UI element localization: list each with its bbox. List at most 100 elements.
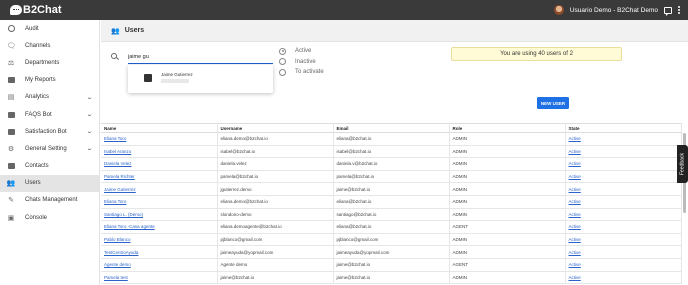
cell-state[interactable]: Active xyxy=(565,170,682,184)
feedback-tab[interactable]: Feedback xyxy=(677,145,688,183)
radio-inactive[interactable]: Inactive xyxy=(279,57,324,68)
users-icon: 👥 xyxy=(111,27,120,35)
cell-name[interactable]: Santiago L. (Demo) xyxy=(101,208,218,222)
cell-role: AGENT xyxy=(449,220,566,234)
sidebar-item-contacts[interactable]: Contacts xyxy=(0,158,99,175)
cell-name[interactable]: Eliana Toro xyxy=(101,195,218,209)
cell-username: eliana.demoagente@b2chat.io xyxy=(217,220,334,234)
column-header-email[interactable]: Email xyxy=(333,123,450,133)
search-input[interactable] xyxy=(128,50,273,64)
cell-email: pamela@b2chat.io xyxy=(333,170,450,184)
cell-state[interactable]: Active xyxy=(565,157,682,171)
cell-username: slondono-demo xyxy=(217,208,334,222)
cell-role: ADMIN xyxy=(449,157,566,171)
cell-name[interactable]: Pamela test xyxy=(101,271,218,285)
sidebar-item-chats-management[interactable]: ✎ Chats Management xyxy=(0,192,99,209)
chevron-down-icon[interactable]: ⌄ xyxy=(86,111,93,118)
cell-state[interactable]: Active xyxy=(565,145,682,159)
table-row[interactable]: Santiago L. (Demo) slondono-demo santiago@… xyxy=(101,208,682,222)
cell-name[interactable]: Pamela Richter xyxy=(101,170,218,184)
chevron-down-icon[interactable]: ⌄ xyxy=(86,94,93,101)
table-row[interactable]: Pamela Richter pamela@b2chat.io pamela@b2c… xyxy=(101,170,682,184)
table-row[interactable]: TestCentroAyuda jaimeayuda@yopmail.com jai… xyxy=(101,245,682,259)
cell-state[interactable]: Active xyxy=(565,245,682,259)
column-header-state[interactable]: State xyxy=(565,123,682,133)
cell-username: pamela@b2chat.io xyxy=(217,170,334,184)
cell-username: pjblanco@gmail.com xyxy=(217,233,334,247)
users-table: Name Username Email Role State Eliana Toro el… xyxy=(101,123,682,285)
b2chat-logo[interactable]: B2Chat xyxy=(10,4,62,16)
cell-role: AGENT xyxy=(449,258,566,272)
sidebar-item-audit[interactable]: Audit xyxy=(0,20,99,37)
more-vert-icon[interactable] xyxy=(678,6,680,14)
cell-role: ADMIN xyxy=(449,182,566,196)
table-row[interactable]: Eliana Toro eliana.demo@b2chat.io eliana@b… xyxy=(101,132,682,146)
table-row[interactable]: Pablo Blanco pjblanco@gmail.com pjblanco@g… xyxy=(101,233,682,247)
table-row[interactable]: Jaime Gutierrez jgutierrez.demo jaime@b2ch… xyxy=(101,182,682,196)
chat-icon[interactable] xyxy=(664,6,672,16)
sidebar-item-analytics[interactable]: ▤ Analytics ⌄ xyxy=(0,89,99,106)
cell-state[interactable]: Active xyxy=(565,208,682,222)
page-header: 👥 Users xyxy=(101,20,688,42)
sidebar-item-label: Console xyxy=(25,214,48,221)
cell-name[interactable]: Eliana Toro xyxy=(101,132,218,146)
sidebar-item-channels[interactable]: 🗨 Channels xyxy=(0,37,99,54)
table-row[interactable]: Agente demo Agente demo jaime@b2chat.io AGE… xyxy=(101,258,682,272)
report-icon xyxy=(7,76,15,84)
sidebar-item-departments[interactable]: ⚖ Departments xyxy=(0,54,99,71)
cell-email: eliana@b2chat.io xyxy=(333,132,450,146)
console-icon: ▣ xyxy=(7,214,15,222)
satisfaction-bot-icon xyxy=(7,128,15,136)
cell-state[interactable]: Active xyxy=(565,271,682,285)
cell-role: ADMIN xyxy=(449,271,566,285)
cell-name[interactable]: Isabel Aranzo xyxy=(101,145,218,159)
cell-state[interactable]: Active xyxy=(565,233,682,247)
sidebar-item-satisfaction-bot[interactable]: Satisfaction Bot ⌄ xyxy=(0,123,99,140)
cell-name[interactable]: Jaime Gutierrez xyxy=(101,182,218,196)
cell-state[interactable]: Active xyxy=(565,182,682,196)
cell-state[interactable]: Active xyxy=(565,195,682,209)
sidebar-item-label: Satisfaction Bot xyxy=(25,128,67,135)
table-row[interactable]: Eliana Toro -Casa agente eliana.demoagent… xyxy=(101,220,682,234)
cell-state[interactable]: Active xyxy=(565,258,682,272)
radio-button[interactable] xyxy=(279,58,286,66)
chevron-down-icon[interactable]: ⌄ xyxy=(86,145,93,152)
table-row[interactable]: Daniela Velez daniela.velez daniela.v@b2ch… xyxy=(101,157,682,171)
cell-name[interactable]: Daniela Velez xyxy=(101,157,218,171)
table-row[interactable]: Eliana Toro eliana.demo@b2chat.io eliana@b… xyxy=(101,195,682,209)
cell-name[interactable]: Agente demo xyxy=(101,258,218,272)
cell-role: ADMIN xyxy=(449,132,566,146)
suggestion-subtitle xyxy=(161,79,189,83)
radio-to-activate[interactable]: To activate xyxy=(279,67,324,78)
table-row[interactable]: Isabel Aranzo isabel@b2chat.io isabel@b2ch… xyxy=(101,145,682,159)
sidebar-item-console[interactable]: ▣ Console xyxy=(0,209,99,226)
cell-email: eliana@b2chat.io xyxy=(333,195,450,209)
cell-state[interactable]: Active xyxy=(565,220,682,234)
sidebar-item-faqs-bot[interactable]: FAQS Bot ⌄ xyxy=(0,106,99,123)
radio-button[interactable] xyxy=(279,68,286,76)
user-name[interactable]: Usuario Demo - B2Chat Demo xyxy=(570,7,658,14)
column-header-name[interactable]: Name xyxy=(101,123,218,133)
sidebar: Audit 🗨 Channels ⚖ Departments My Reports ▤ Ana… xyxy=(0,20,100,285)
new-user-button[interactable]: NEW USER xyxy=(537,97,569,109)
avatar[interactable] xyxy=(553,5,564,15)
cell-name[interactable]: Pablo Blanco xyxy=(101,233,218,247)
table-row[interactable]: Pamela test jaime@b2chat.io jaime@b2chat.i… xyxy=(101,271,682,285)
sidebar-item-my-reports[interactable]: My Reports xyxy=(0,72,99,89)
cell-email: jaimeayuda@yopmail.com xyxy=(333,245,450,259)
cell-name[interactable]: Eliana Toro -Casa agente xyxy=(101,220,218,234)
table-header-row: Name Username Email Role State xyxy=(101,123,682,133)
cell-email: pjblanco@gmail.com xyxy=(333,233,450,247)
radio-label: Active xyxy=(295,48,312,55)
column-header-role[interactable]: Role xyxy=(449,123,566,133)
radio-active[interactable]: Active xyxy=(279,46,324,57)
sidebar-item-general-setting[interactable]: ⚙ General Setting ⌄ xyxy=(0,140,99,157)
sidebar-item-users[interactable]: 👥 Users xyxy=(0,174,99,192)
radio-button[interactable] xyxy=(279,47,286,55)
cell-email: daniela.v@b2chat.io xyxy=(333,157,450,171)
chevron-down-icon[interactable]: ⌄ xyxy=(86,128,93,135)
cell-email: isabel@b2chat.io xyxy=(333,145,450,159)
column-header-username[interactable]: Username xyxy=(217,123,334,133)
cell-state[interactable]: Active xyxy=(565,132,682,146)
cell-name[interactable]: TestCentroAyuda xyxy=(101,245,218,259)
